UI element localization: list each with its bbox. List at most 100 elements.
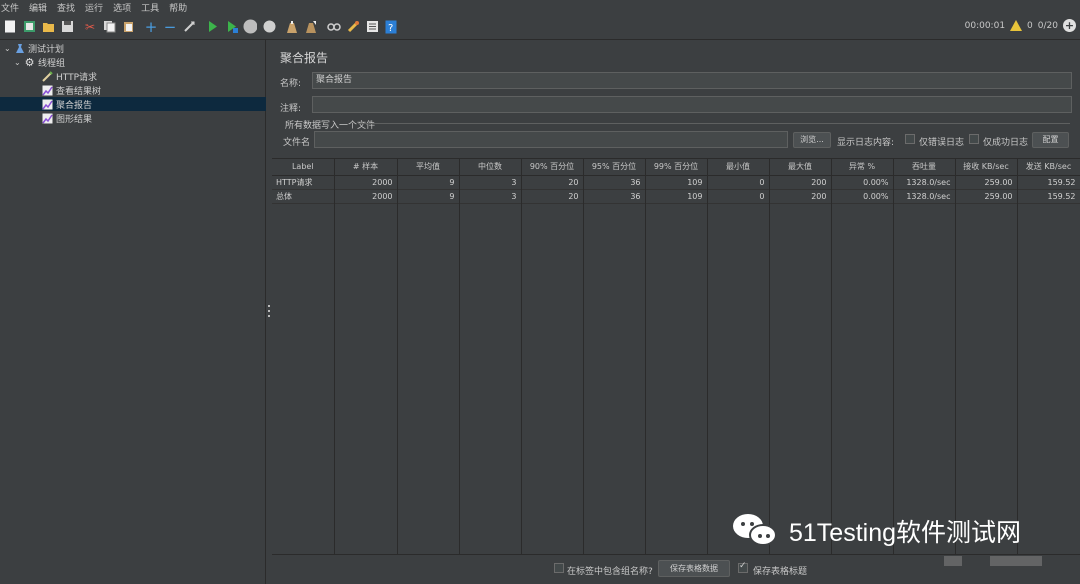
success-only-checkbox[interactable] [969,134,979,144]
table-cell: 0 [707,175,770,190]
http-sampler-icon [42,70,53,82]
name-field[interactable]: 聚合报告 [312,72,1072,89]
results-table: Label # 样本 平均值 中位数 90% 百分位 95% 百分位 99% 百… [272,158,1080,555]
cut-icon[interactable]: ✂ [83,20,97,34]
table-cell: 2000 [334,175,398,190]
table-cell: 109 [645,175,708,190]
remote-globe-icon[interactable]: + [1063,19,1076,32]
expand-icon[interactable]: + [144,19,158,34]
tree-node-view-results-tree[interactable]: 查看结果树 [42,83,101,97]
table-cell: 159.52 [1017,175,1080,190]
tree-node-http-request[interactable]: HTTP请求 [42,69,97,83]
collapse-icon[interactable]: − [163,19,177,34]
listener-icon [42,99,53,110]
new-icon[interactable] [3,20,17,34]
column-header[interactable]: 90% 百分位 [521,159,584,176]
table-cell: 159.52 [1017,189,1080,204]
table-cell: 0.00% [831,175,894,190]
column-header[interactable]: 异常 % [831,159,894,176]
save-table-button[interactable]: 保存表格数据 [658,560,730,577]
table-cell: 0.00% [831,189,894,204]
menu-tools[interactable]: 工具 [141,1,159,14]
shutdown-icon[interactable] [262,20,276,34]
svg-text:?: ? [388,23,393,34]
table-row[interactable]: 总体 2000 9 3 20 36 109 0 200 0.00% 1328.0… [272,189,1080,204]
chevron-down-icon[interactable]: ⌄ [4,44,14,53]
column-header[interactable]: 吞吐量 [893,159,956,176]
table-row[interactable]: HTTP请求 2000 9 3 20 36 109 0 200 0.00% 13… [272,175,1080,190]
start-no-pause-icon[interactable] [224,20,238,34]
save-icon[interactable] [60,20,74,34]
start-icon[interactable] [205,20,219,34]
menu-search[interactable]: 查找 [57,1,75,14]
table-cell: HTTP请求 [272,175,335,190]
table-header: Label # 样本 平均值 中位数 90% 百分位 95% 百分位 99% 百… [272,159,1080,176]
page-title: 聚合报告 [280,51,329,65]
filename-field[interactable] [314,131,788,148]
column-header[interactable]: 发送 KB/sec [1017,159,1080,176]
success-only-label: 仅成功日志 [983,138,1029,148]
errors-only-label: 仅错误日志 [919,138,965,148]
paste-icon[interactable] [121,20,135,34]
column-header[interactable]: 99% 百分位 [645,159,708,176]
thread-group-icon: ⚙ [24,55,35,69]
chevron-down-icon[interactable]: ⌄ [14,58,24,67]
tree-node-aggregate-report[interactable]: 聚合报告 [0,97,266,111]
column-header[interactable]: 接收 KB/sec [955,159,1018,176]
menu-file[interactable]: 文件 [1,1,19,14]
column-header[interactable]: 最小值 [707,159,770,176]
column-header[interactable]: 平均值 [397,159,460,176]
filename-label: 文件名 [283,138,311,148]
configure-button[interactable]: 配置 [1032,132,1069,148]
tree-node-thread-group[interactable]: ⌄ ⚙ 线程组 [14,55,65,69]
stop-icon[interactable] [243,19,257,34]
comment-field[interactable] [312,96,1072,113]
listener-icon [42,113,53,124]
clear-icon[interactable] [285,20,299,34]
menu-help[interactable]: 帮助 [169,1,187,14]
column-header[interactable]: 中位数 [459,159,522,176]
test-plan-icon [14,43,25,54]
blurred-region [944,556,962,566]
include-group-checkbox[interactable] [554,563,564,573]
include-group-label: 在标签中包含组名称? [567,567,653,577]
help-icon[interactable]: ? [384,20,398,34]
tree-node-label: 图形结果 [56,114,93,125]
table-cell: 259.00 [955,189,1018,204]
comment-label: 注释: [280,104,302,114]
tree-node-label: 查看结果树 [56,86,102,97]
copy-icon[interactable] [102,20,116,34]
templates-icon[interactable] [22,20,36,34]
function-helper-icon[interactable] [365,20,379,34]
clear-all-icon[interactable] [304,20,318,34]
wechat-icon [733,514,779,548]
table-cell: 2000 [334,189,398,204]
menu-run[interactable]: 运行 [85,1,103,14]
toggle-icon[interactable] [182,20,196,34]
browse-button[interactable]: 浏览... [793,132,831,148]
aggregate-report-panel: 聚合报告 名称: 聚合报告 注释: 所有数据写入一个文件 文件名 浏览... 显… [272,40,1080,584]
column-header[interactable]: # 样本 [334,159,398,176]
column-header[interactable]: Label [272,159,335,176]
menu-edit[interactable]: 编辑 [29,1,47,14]
errors-only-checkbox[interactable] [905,134,915,144]
log-display-label: 显示日志内容: [837,138,895,148]
splitter-handle[interactable] [267,305,271,317]
column-header[interactable]: 95% 百分位 [583,159,646,176]
toolbar: ✂ + − ? 00:00:01 0 0/20 + [0,14,1080,40]
tree-node-test-plan[interactable]: ⌄ 测试计划 [4,41,64,55]
table-cell: 259.00 [955,175,1018,190]
save-header-checkbox[interactable] [738,561,748,573]
search-icon[interactable] [327,20,341,34]
menu-options[interactable]: 选项 [113,1,131,14]
open-icon[interactable] [41,20,55,34]
tree-node-label: HTTP请求 [56,72,98,83]
warning-icon[interactable] [1010,20,1023,31]
column-header[interactable]: 最大值 [769,159,832,176]
table-cell: 9 [397,189,460,204]
table-cell: 3 [459,189,522,204]
active-threads: 0/20 [1037,20,1058,31]
tree-node-graph-results[interactable]: 图形结果 [42,111,92,125]
warning-count: 0 [1027,20,1033,31]
reset-search-icon[interactable] [346,20,360,34]
